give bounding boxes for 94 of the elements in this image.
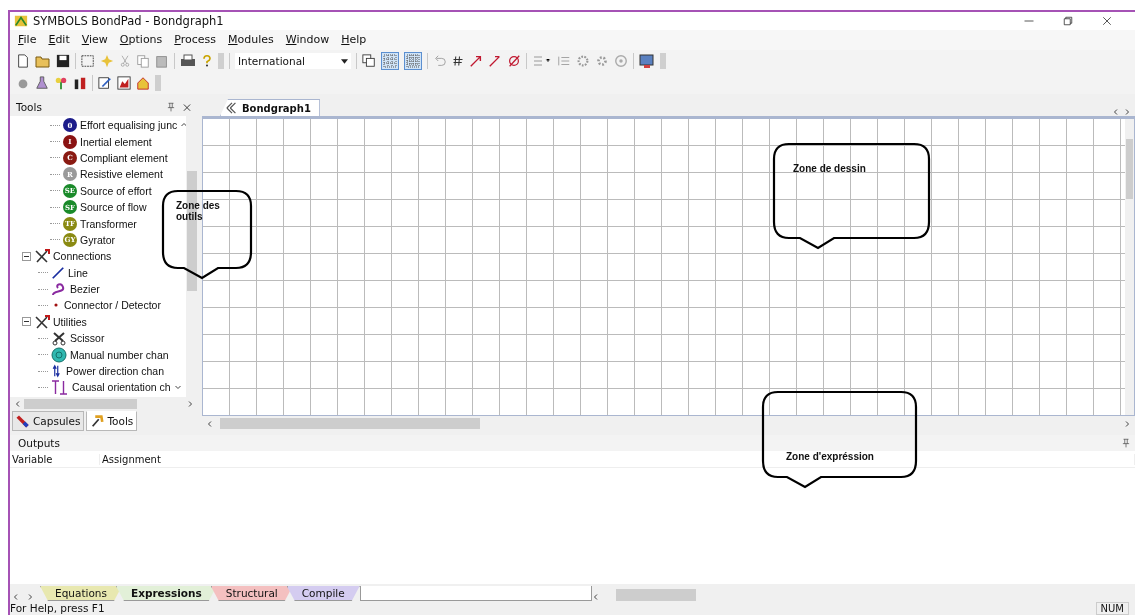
toolbar-handle[interactable]: [155, 75, 161, 91]
tree-item[interactable]: Transformer: [80, 217, 137, 230]
paste-icon[interactable]: [155, 53, 169, 69]
toolbar-handle[interactable]: [218, 53, 224, 69]
settings-icon[interactable]: [614, 53, 628, 69]
caret-icon[interactable]: [341, 58, 348, 64]
panel-tab[interactable]: Capsules: [12, 411, 85, 431]
panel-tab[interactable]: Tools: [86, 411, 138, 431]
menu-item[interactable]: Window: [285, 33, 330, 47]
line-icon[interactable]: [51, 264, 65, 281]
tree-item[interactable]: Connector / Detector: [64, 299, 161, 312]
status-indicator: NUM: [1095, 601, 1129, 615]
new-file-icon[interactable]: [16, 53, 30, 69]
hash-icon[interactable]: [452, 53, 464, 69]
tree-item[interactable]: Power direction chan: [66, 365, 165, 378]
chart-window-icon[interactable]: [117, 75, 131, 91]
curve-icon[interactable]: [51, 281, 67, 298]
menu-item[interactable]: Help: [341, 33, 367, 47]
scroll-right-icon[interactable]: [1123, 419, 1131, 428]
tree-item[interactable]: Effort equalising junc: [80, 119, 178, 132]
panel-title: Tools: [16, 101, 42, 113]
house-icon[interactable]: [136, 75, 150, 91]
callout-text: Zone de dessin: [793, 163, 866, 174]
grid-toggle-button[interactable]: [381, 52, 399, 70]
print-icon[interactable]: [180, 53, 196, 69]
tree-item[interactable]: Compliant element: [80, 151, 168, 164]
tools-icon[interactable]: [34, 248, 50, 265]
number-circle-icon[interactable]: [51, 346, 67, 363]
tab-scroll-right-icon[interactable]: [1123, 108, 1131, 116]
panel-title: Outputs: [18, 437, 60, 449]
tools-icon[interactable]: [34, 313, 50, 330]
magnet-icon: [16, 414, 30, 428]
menu-item[interactable]: Modules: [228, 33, 274, 47]
tab-scroll-left-icon[interactable]: [1112, 108, 1120, 116]
selection-icon[interactable]: [81, 53, 95, 69]
help-icon[interactable]: [201, 53, 213, 69]
window-title: SYMBOLS BondPad - Bondgraph1: [33, 14, 224, 28]
tab-next-icon[interactable]: [26, 593, 34, 601]
tree-item[interactable]: Manual number chan: [70, 348, 169, 361]
grid-toggle-button[interactable]: [404, 52, 422, 70]
tree-item[interactable]: Source of flow: [80, 201, 147, 214]
scroll-right-icon[interactable]: [186, 400, 194, 408]
save-icon[interactable]: [56, 53, 70, 69]
callout-text: Zone des outils: [176, 200, 221, 222]
scissors-icon[interactable]: [51, 330, 67, 347]
tab-prev-icon[interactable]: [12, 593, 20, 601]
copy-icon[interactable]: [136, 53, 150, 69]
scrollbar[interactable]: [615, 589, 696, 601]
app-logo-icon[interactable]: [14, 13, 28, 29]
callout-text: Zone d'expréssion: [786, 451, 874, 462]
menu-item[interactable]: Process: [174, 33, 217, 47]
menu-item[interactable]: View: [81, 33, 108, 47]
toolbar-handle[interactable]: [660, 53, 666, 69]
scroll-left-icon[interactable]: [591, 593, 600, 601]
causal-stroke-icon[interactable]: [51, 379, 69, 396]
tree-item[interactable]: Inertial element: [80, 135, 152, 148]
tree-item[interactable]: Scissor: [70, 332, 105, 345]
collapse-icon[interactable]: [22, 317, 31, 327]
monitor-icon[interactable]: [639, 53, 655, 69]
language-dropdown[interactable]: International: [235, 53, 351, 69]
menu-item[interactable]: Options: [119, 33, 163, 47]
tree-item[interactable]: Source of effort: [80, 184, 152, 197]
scroll-left-icon[interactable]: [206, 419, 214, 428]
arrows-icon[interactable]: [51, 363, 63, 380]
plant-icon[interactable]: [54, 75, 68, 91]
cut-icon[interactable]: [119, 53, 131, 69]
sheet-tab[interactable]: Compile: [286, 586, 360, 601]
tree-item[interactable]: Causal orientation ch: [72, 381, 171, 394]
tree-item[interactable]: Bezier: [70, 283, 100, 296]
menu-item[interactable]: Edit: [48, 33, 70, 47]
flask-icon[interactable]: [35, 75, 49, 91]
tree-item[interactable]: Resistive element: [80, 168, 163, 181]
copy-window-icon[interactable]: [362, 53, 376, 69]
scroll-left-icon[interactable]: [14, 400, 22, 408]
drawing-canvas[interactable]: [203, 119, 1125, 415]
arrow-icon[interactable]: [469, 53, 483, 69]
tree-group-label[interactable]: Utilities: [53, 315, 87, 328]
column-header[interactable]: Variable: [10, 453, 100, 465]
list-icon[interactable]: [532, 53, 552, 69]
bottles-icon[interactable]: [73, 75, 87, 91]
tree-item[interactable]: Line: [68, 266, 88, 279]
slashed-circle-icon[interactable]: [507, 53, 521, 69]
undo-icon[interactable]: [433, 53, 447, 69]
document-tab[interactable]: Bondgraph1: [220, 99, 320, 116]
status-message: For Help, press F1: [10, 602, 105, 614]
edit-document-icon[interactable]: [98, 75, 112, 91]
menu-item[interactable]: File: [18, 33, 37, 47]
open-folder-icon[interactable]: [35, 53, 51, 69]
scroll-down-icon[interactable]: [173, 383, 182, 392]
half-arrow-icon[interactable]: [488, 53, 502, 69]
tree-item[interactable]: Gyrator: [80, 233, 115, 246]
collapse-icon[interactable]: [22, 251, 31, 261]
hammer-icon: [90, 414, 105, 428]
tree-group-label[interactable]: Connections: [53, 250, 112, 263]
